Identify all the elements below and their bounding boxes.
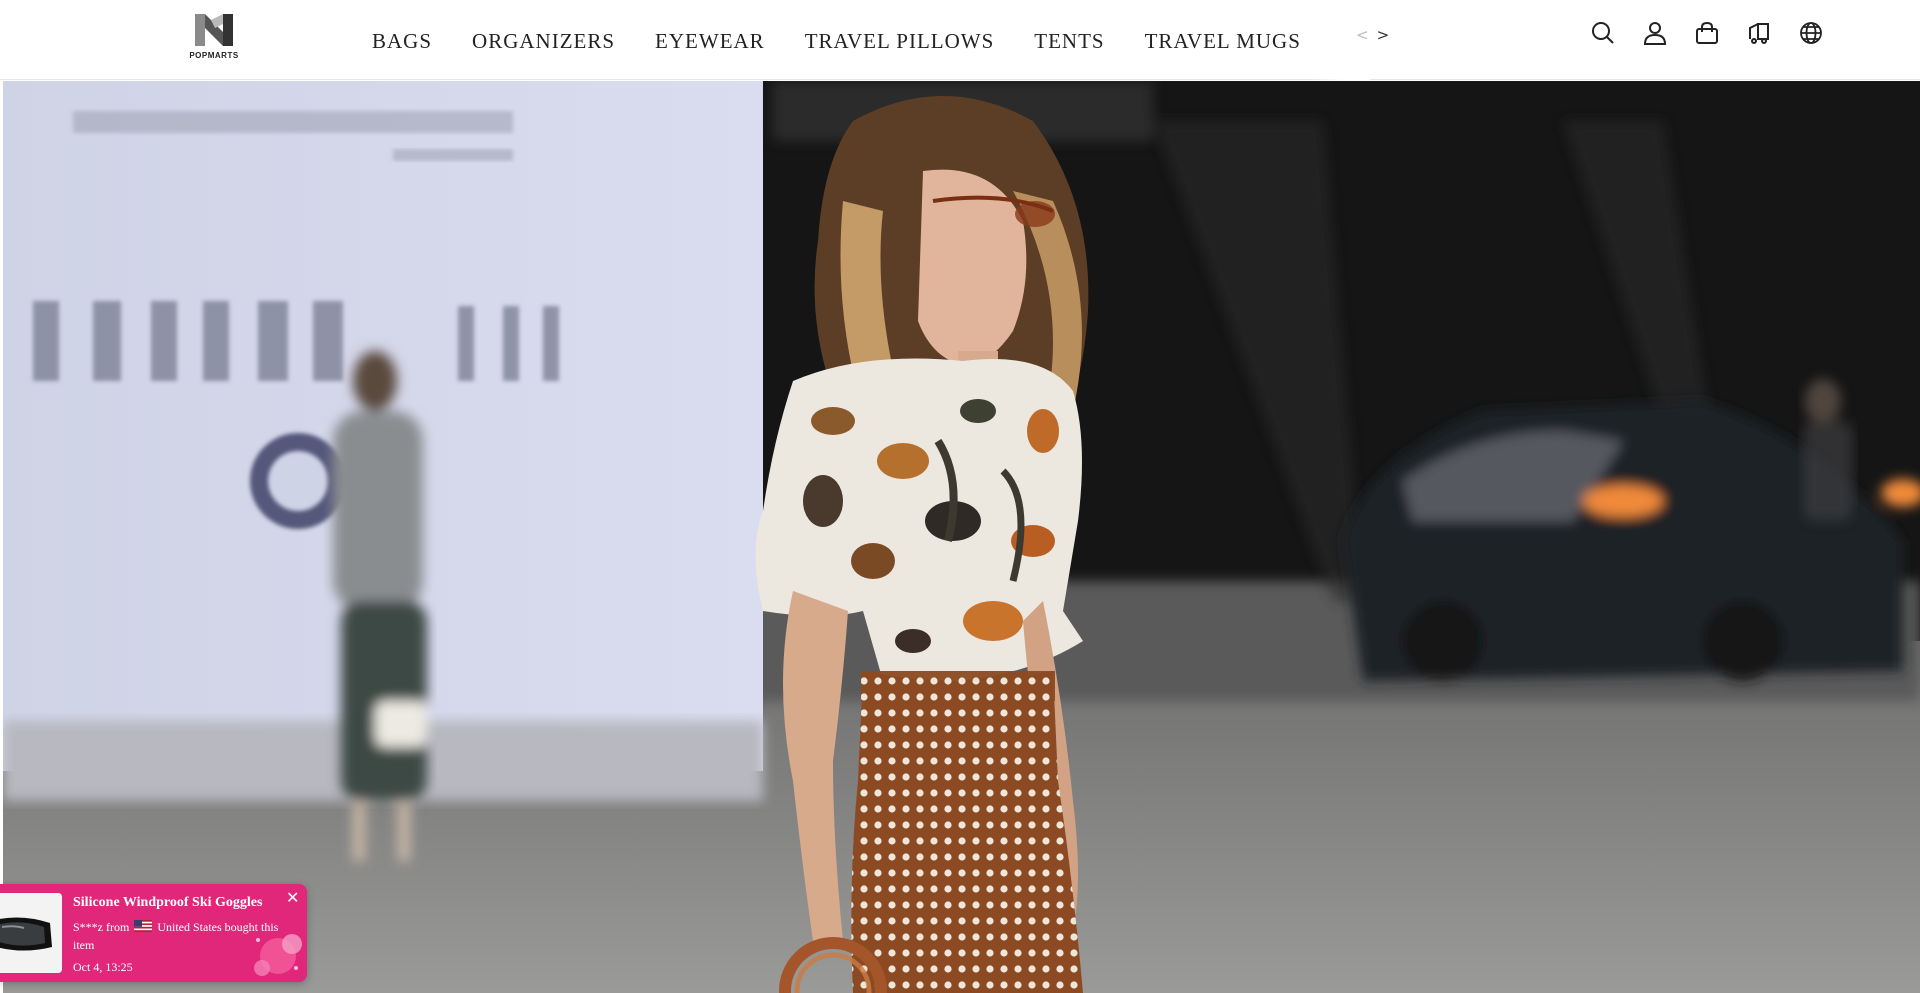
hero-image [3,81,1920,993]
account-icon[interactable] [1642,20,1668,46]
nav-item-travel-mugs[interactable]: TRAVEL MUGS [1145,27,1301,54]
main-nav: BAGS ORGANIZERS EYEWEAR TRAVEL PILLOWS T… [372,0,1352,80]
nav-scroll-arrows: < > [1356,26,1389,44]
nav-next-arrow[interactable]: > [1377,26,1390,44]
site-header: POPMARTS BAGS ORGANIZERS EYEWEAR TRAVEL … [0,0,1920,80]
toast-timestamp: Oct 4, 13:25 [73,960,133,974]
ski-goggles-icon [0,893,62,973]
logo-text: POPMARTS [189,51,239,60]
header-icons [1590,20,1824,46]
logo-mark-icon [195,14,233,46]
toast-product-title[interactable]: Silicone Windproof Ski Goggles [73,895,273,911]
order-tracking-icon[interactable] [1746,20,1772,46]
nav-item-organizers[interactable]: ORGANIZERS [472,27,615,54]
nav-item-eyewear[interactable]: EYEWEAR [655,27,765,54]
toast-buyer: S***z from [73,920,130,934]
search-icon[interactable] [1590,20,1616,46]
nav-item-bags[interactable]: BAGS [372,27,432,54]
nav-prev-arrow[interactable]: < [1356,26,1369,44]
language-icon[interactable] [1798,20,1824,46]
us-flag-icon [134,920,153,932]
product-thumbnail[interactable] [0,893,62,973]
nav-item-tents[interactable]: TENTS [1034,27,1104,54]
cart-icon[interactable] [1694,20,1720,46]
hero-banner[interactable] [3,81,1920,993]
toast-close-button[interactable]: ✕ [286,888,299,907]
recent-purchase-toast[interactable]: Silicone Windproof Ski Goggles S***z fro… [0,884,307,982]
balloon-decoration-icon [254,934,302,976]
brand-logo[interactable]: POPMARTS [184,10,244,64]
nav-item-travel-pillows[interactable]: TRAVEL PILLOWS [805,27,995,54]
